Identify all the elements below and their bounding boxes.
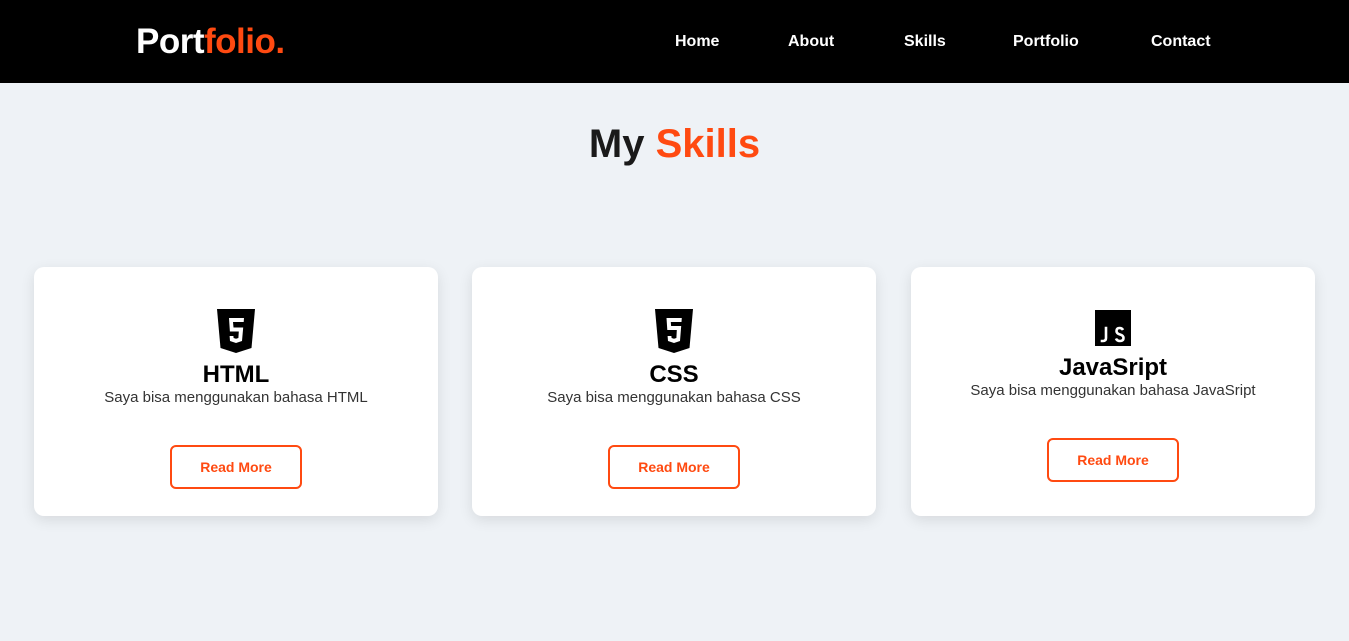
nav-link-contact[interactable]: Contact — [1151, 32, 1211, 52]
section-title-primary: My — [588, 122, 645, 166]
skill-card-description: Saya bisa menggunakan bahasa JavaSript — [970, 382, 1256, 399]
css3-icon — [655, 309, 693, 358]
skill-card-title: JavaSript — [1058, 354, 1168, 381]
skill-card-description: Saya bisa menggunakan bahasa CSS — [547, 389, 801, 406]
nav-link-about[interactable]: About — [788, 32, 834, 52]
html5-icon — [217, 309, 255, 358]
section-title-accent: Skills — [655, 122, 761, 166]
skill-card-description: Saya bisa menggunakan bahasa HTML — [104, 389, 368, 406]
skill-card-css: CSS Saya bisa menggunakan bahasa CSS Rea… — [472, 267, 876, 516]
read-more-button-css[interactable]: Read More — [608, 445, 740, 489]
logo-accent-text: folio. — [204, 22, 285, 61]
section-title: My Skills — [0, 120, 1349, 168]
skill-card-javascript: JavaSript Saya bisa menggunakan bahasa J… — [911, 267, 1315, 516]
read-more-button-html[interactable]: Read More — [170, 445, 302, 489]
skill-card-html: HTML Saya bisa menggunakan bahasa HTML R… — [34, 267, 438, 516]
read-more-button-javascript[interactable]: Read More — [1047, 438, 1179, 482]
nav-link-portfolio[interactable]: Portfolio — [1013, 32, 1079, 52]
logo-primary-text: Port — [136, 22, 205, 61]
nav-link-skills[interactable]: Skills — [904, 32, 946, 52]
nav-link-home[interactable]: Home — [675, 32, 719, 52]
navbar: Portfolio. Home About Skills Portfolio C… — [0, 0, 1349, 83]
javascript-icon — [1095, 310, 1131, 351]
skill-card-title: CSS — [649, 361, 699, 388]
site-logo[interactable]: Portfolio. — [136, 22, 285, 62]
skill-card-title: HTML — [202, 361, 270, 388]
